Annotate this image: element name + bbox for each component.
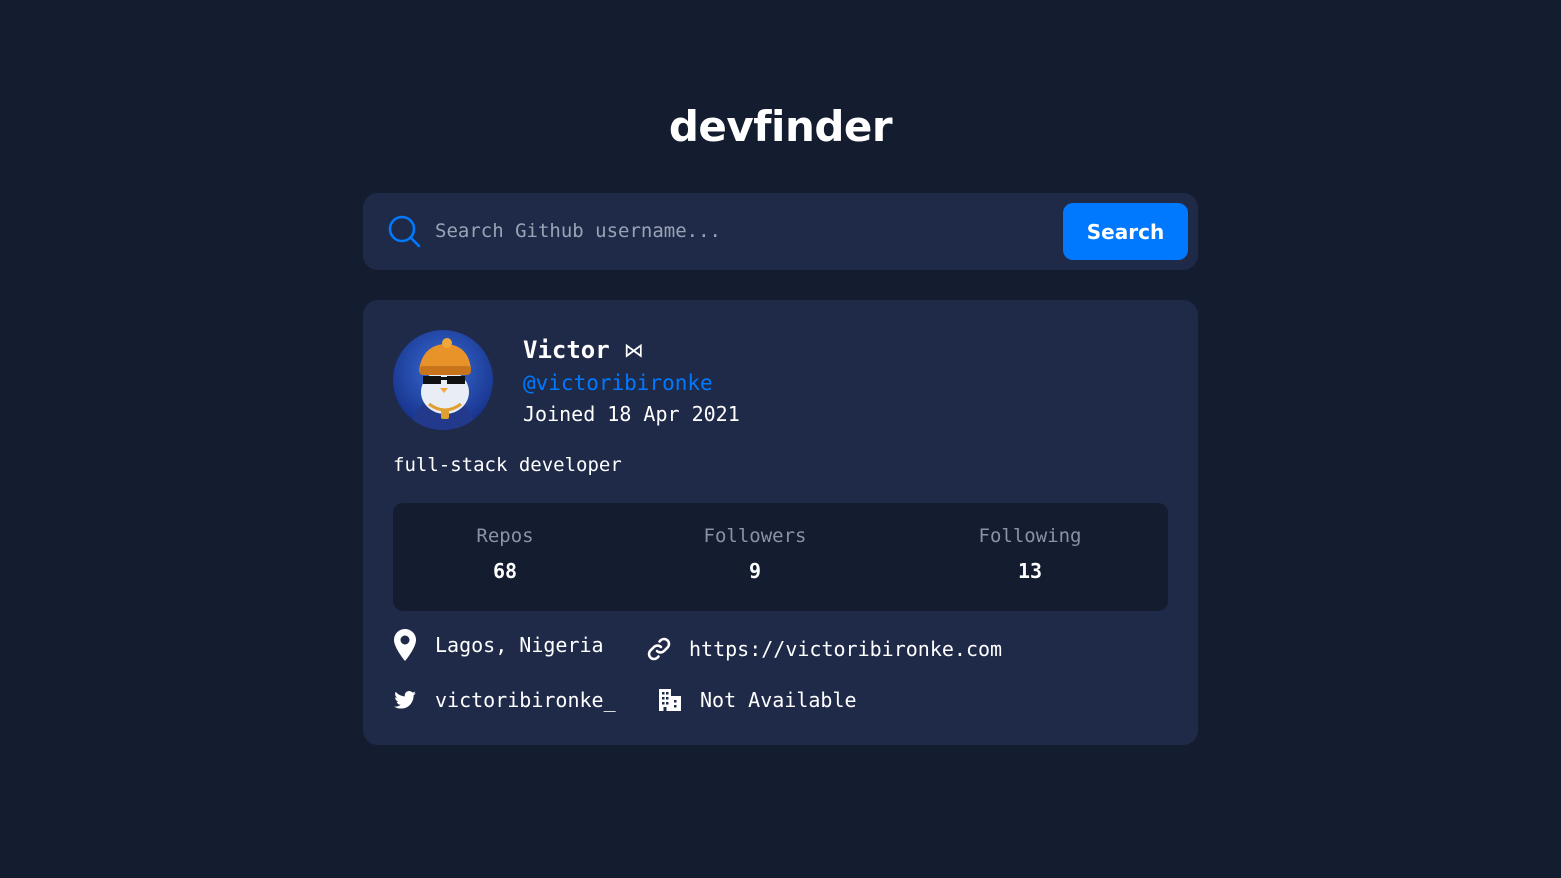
bio: full-stack developer bbox=[393, 454, 622, 476]
website-link[interactable]: https://victoribironke.com bbox=[689, 637, 1002, 661]
stat-repos: Repos 68 bbox=[476, 525, 533, 583]
stat-value: 9 bbox=[748, 559, 762, 583]
bowtie-icon: ⋈ bbox=[623, 338, 644, 362]
stat-value: 13 bbox=[1017, 559, 1043, 583]
avatar-penguin-image bbox=[393, 330, 493, 430]
user-name: Victor bbox=[523, 336, 610, 364]
twitter-icon bbox=[393, 688, 417, 712]
username-link[interactable]: @victoribironke bbox=[523, 371, 713, 395]
link-icon bbox=[647, 637, 671, 661]
stat-followers: Followers 9 bbox=[704, 525, 807, 583]
search-bar: Search bbox=[363, 193, 1198, 270]
stats-panel: Repos 68 Followers 9 Following 13 bbox=[393, 503, 1168, 611]
company-text: Not Available bbox=[700, 688, 857, 712]
info-twitter[interactable]: victoribironke_ bbox=[393, 688, 616, 712]
joined-date: Joined 18 Apr 2021 bbox=[523, 402, 740, 426]
avatar bbox=[393, 330, 493, 430]
info-location: Lagos, Nigeria bbox=[393, 629, 604, 661]
stat-value: 68 bbox=[492, 559, 518, 583]
profile-card: Victor ⋈ @victoribironke Joined 18 Apr 2… bbox=[363, 300, 1198, 745]
location-text: Lagos, Nigeria bbox=[435, 633, 604, 657]
location-pin-icon bbox=[393, 629, 417, 661]
twitter-handle[interactable]: victoribironke_ bbox=[435, 688, 616, 712]
building-icon bbox=[658, 688, 682, 712]
stat-label: Followers bbox=[703, 525, 807, 547]
stat-following: Following 13 bbox=[979, 525, 1082, 583]
info-company: Not Available bbox=[658, 688, 857, 712]
stat-label: Repos bbox=[476, 525, 534, 547]
search-input[interactable] bbox=[435, 211, 1035, 251]
stat-label: Following bbox=[978, 525, 1082, 547]
info-website[interactable]: https://victoribironke.com bbox=[647, 637, 1002, 661]
app-title: devfinder bbox=[668, 102, 893, 151]
search-icon bbox=[388, 215, 421, 248]
search-button[interactable]: Search bbox=[1063, 203, 1188, 260]
name-row: Victor ⋈ bbox=[523, 336, 644, 364]
